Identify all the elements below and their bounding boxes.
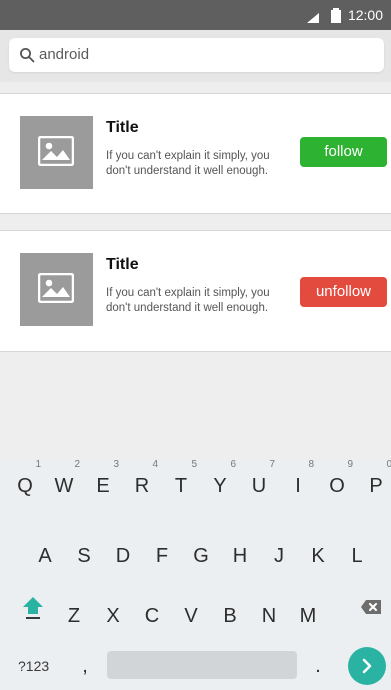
search-icon xyxy=(19,47,35,68)
card-description: If you can't explain it simply, you don'… xyxy=(106,287,270,314)
key-label: D xyxy=(115,545,131,567)
symbols-key[interactable]: ?123 xyxy=(18,649,58,683)
image-icon xyxy=(38,273,74,303)
follow-button[interactable]: follow xyxy=(300,137,387,167)
enter-key[interactable] xyxy=(348,647,386,685)
on-screen-keyboard: 1Q2W3E4R5T6Y7U8I9O0PASDFGHJKLZXCVBNM ?12… xyxy=(0,460,391,690)
key-i[interactable]: 8I xyxy=(281,459,315,498)
key-label: B xyxy=(223,605,237,627)
key-label: O xyxy=(329,475,345,497)
user-card: Title If you can't explain it simply, yo… xyxy=(0,230,391,352)
key-label: X xyxy=(106,605,120,627)
search-area: android xyxy=(0,30,391,82)
key-label: G xyxy=(193,545,209,567)
chevron-right-icon xyxy=(362,658,372,674)
search-input[interactable]: android xyxy=(39,45,89,65)
key-f[interactable]: F xyxy=(145,530,179,567)
key-h[interactable]: H xyxy=(223,530,257,567)
key-hint: 8 xyxy=(308,459,314,470)
backspace-key[interactable] xyxy=(352,590,386,624)
key-b[interactable]: B xyxy=(213,590,247,627)
key-u[interactable]: 7U xyxy=(242,459,276,498)
key-label: V xyxy=(184,605,198,627)
key-k[interactable]: K xyxy=(301,530,335,567)
key-p[interactable]: 0P xyxy=(359,459,391,498)
key-label: K xyxy=(311,545,325,567)
card-title: Title xyxy=(106,119,139,136)
user-card: Title If you can't explain it simply, yo… xyxy=(0,93,391,214)
key-y[interactable]: 6Y xyxy=(203,459,237,498)
key-t[interactable]: 5T xyxy=(164,459,198,498)
key-q[interactable]: 1Q xyxy=(8,459,42,498)
key-x[interactable]: X xyxy=(96,590,130,627)
key-d[interactable]: D xyxy=(106,530,140,567)
key-e[interactable]: 3E xyxy=(86,459,120,498)
backspace-icon xyxy=(361,600,381,614)
key-w[interactable]: 2W xyxy=(47,459,81,498)
key-j[interactable]: J xyxy=(262,530,296,567)
key-hint: 0 xyxy=(386,459,391,470)
key-hint: 4 xyxy=(152,459,158,470)
key-label: Q xyxy=(17,475,33,497)
key-label: C xyxy=(144,605,160,627)
shift-key[interactable] xyxy=(16,590,50,624)
image-placeholder xyxy=(20,116,93,189)
battery-icon xyxy=(331,8,341,28)
key-label: L xyxy=(351,545,363,567)
period-key[interactable]: . xyxy=(308,649,328,683)
key-label: U xyxy=(251,475,267,497)
key-hint: 6 xyxy=(230,459,236,470)
key-label: F xyxy=(155,545,169,567)
shift-underline xyxy=(26,617,40,619)
card-title: Title xyxy=(106,256,139,273)
key-n[interactable]: N xyxy=(252,590,286,627)
search-box[interactable]: android xyxy=(9,38,384,72)
key-hint: 2 xyxy=(74,459,80,470)
key-g[interactable]: G xyxy=(184,530,218,567)
key-a[interactable]: A xyxy=(28,530,62,567)
key-label: N xyxy=(261,605,277,627)
key-label: W xyxy=(54,475,74,497)
key-m[interactable]: M xyxy=(291,590,325,627)
key-label: S xyxy=(77,545,91,567)
key-v[interactable]: V xyxy=(174,590,208,627)
image-icon xyxy=(38,136,74,166)
clock-time: 12:00 xyxy=(347,7,383,23)
key-label: P xyxy=(369,475,383,497)
signal-icon xyxy=(306,11,320,29)
key-hint: 7 xyxy=(269,459,275,470)
comma-key[interactable]: , xyxy=(75,649,95,683)
key-hint: 5 xyxy=(191,459,197,470)
status-bar: 12:00 xyxy=(0,0,391,30)
key-label: H xyxy=(232,545,248,567)
key-label: R xyxy=(134,475,150,497)
card-description: If you can't explain it simply, you don'… xyxy=(106,150,270,177)
key-s[interactable]: S xyxy=(67,530,101,567)
key-label: Y xyxy=(213,475,227,497)
key-r[interactable]: 4R xyxy=(125,459,159,498)
key-hint: 9 xyxy=(347,459,353,470)
key-c[interactable]: C xyxy=(135,590,169,627)
key-label: A xyxy=(38,545,52,567)
key-label: Z xyxy=(67,605,81,627)
key-label: I xyxy=(295,475,301,497)
key-label: E xyxy=(96,475,110,497)
unfollow-button[interactable]: unfollow xyxy=(300,277,387,307)
key-z[interactable]: Z xyxy=(57,590,91,627)
empty-content-area xyxy=(0,352,391,460)
image-placeholder xyxy=(20,253,93,326)
key-hint: 1 xyxy=(35,459,41,470)
space-bar[interactable] xyxy=(107,651,297,679)
key-o[interactable]: 9O xyxy=(320,459,354,498)
key-label: M xyxy=(299,605,317,627)
key-hint: 3 xyxy=(113,459,119,470)
app-screen: 12:00 android Title If you can't explain… xyxy=(0,0,391,690)
key-label: J xyxy=(274,545,284,567)
key-l[interactable]: L xyxy=(340,530,374,567)
key-label: T xyxy=(174,475,188,497)
